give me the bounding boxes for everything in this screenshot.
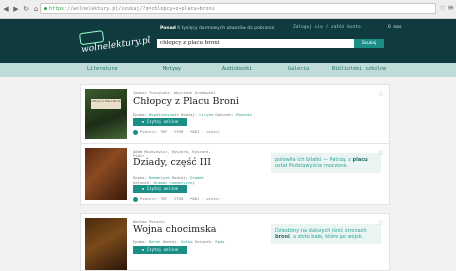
book-title[interactable]: Wojna chocimska xyxy=(133,224,216,235)
result-card: Wacław Potocki Wojna chocimska Epoka: Ba… xyxy=(80,213,390,271)
reload-icon[interactable]: ↻ xyxy=(22,5,30,13)
book-cover[interactable]: Chłopcy z Placu Broni xyxy=(85,89,127,139)
search-input[interactable] xyxy=(157,39,354,48)
download-formats[interactable]: Pobierz: PDF · EPUB · MOBI · więcej xyxy=(133,129,220,135)
nav-motywy[interactable]: Motywy xyxy=(163,66,181,72)
lock-icon: ● xyxy=(44,6,48,12)
cover-label: Chłopcy z Placu Broni xyxy=(91,99,121,109)
read-online-button[interactable]: ▪ Czytaj online xyxy=(133,246,187,254)
download-icon xyxy=(133,129,138,135)
forward-icon[interactable]: ▶ xyxy=(12,5,20,13)
nav-biblioteki[interactable]: Biblioteki szkolne xyxy=(332,66,386,72)
back-icon[interactable]: ◀ xyxy=(2,5,10,13)
bookmark-star-icon[interactable]: ☆ xyxy=(439,3,446,12)
authors[interactable]: Adam Mickiewicz, Ryszard, Ryszard, xyxy=(133,149,211,154)
browser-toolbar: ◀ ▶ ↻ ⌂ ● https://wolnelektury.pl/szukaj/… xyxy=(0,0,456,19)
book-tags: Epoka: Współczesność Rodzaj: Liryka Gatu… xyxy=(133,112,252,117)
site-logo[interactable]: wolnelektury.pl xyxy=(78,25,151,55)
search-snippet: Dziedziny na dalszych lśnić stronach bro… xyxy=(271,224,381,244)
book-cover[interactable] xyxy=(85,218,127,270)
book-cover[interactable] xyxy=(85,148,127,200)
home-icon[interactable]: ⌂ xyxy=(32,5,40,13)
authors[interactable]: Janusz Tuszyński, Wojciech Grabowski xyxy=(133,90,215,95)
result-card: Adam Mickiewicz, Ryszard, Ryszard, Piotr… xyxy=(80,143,390,205)
favourite-star-icon[interactable]: ☆ xyxy=(378,149,384,157)
result-card: Chłopcy z Placu Broni Janusz Tuszyński, … xyxy=(80,84,390,144)
favourite-star-icon[interactable]: ☆ xyxy=(378,219,384,227)
book-tags: Epoka: Barok Rodzaj: Epika Gatunek: Epos xyxy=(133,239,225,244)
nav-literatura[interactable]: Literatura xyxy=(87,66,117,72)
about-link[interactable]: O nas xyxy=(388,25,402,30)
nav-galeria[interactable]: Galeria xyxy=(288,66,309,72)
download-icon xyxy=(133,196,138,202)
favourite-star-icon[interactable]: ☆ xyxy=(378,90,384,98)
search-button[interactable]: Szukaj xyxy=(354,39,384,48)
site-header: wolnelektury.pl Ponad 6 tysięcy darmowyc… xyxy=(0,19,456,63)
read-online-button[interactable]: ▪ Czytaj online xyxy=(133,118,187,126)
search-snippet: polowiła ich bilatki — Patrzą, z placu o… xyxy=(271,153,381,173)
read-online-button[interactable]: ▪ Czytaj online xyxy=(133,185,187,193)
nav-audiobooki[interactable]: Audiobooki xyxy=(222,66,252,72)
login-link[interactable]: Zaloguj się / załóż konto xyxy=(293,25,361,30)
address-bar[interactable]: ● https://wolnelektury.pl/szukaj/?q=chlop… xyxy=(40,3,436,14)
promo-text: Ponad 6 tysięcy darmowych utworów do pob… xyxy=(160,26,275,31)
menu-icon[interactable]: ≡ xyxy=(447,3,454,12)
download-formats[interactable]: Pobierz: PDF · EPUB · MOBI · więcej xyxy=(133,196,220,202)
book-title[interactable]: Dziady, część III xyxy=(133,157,211,168)
main-nav: Literatura Motywy Audiobooki Galeria Bib… xyxy=(0,63,456,77)
book-title[interactable]: Chłopcy z Placu Broni xyxy=(133,96,239,107)
